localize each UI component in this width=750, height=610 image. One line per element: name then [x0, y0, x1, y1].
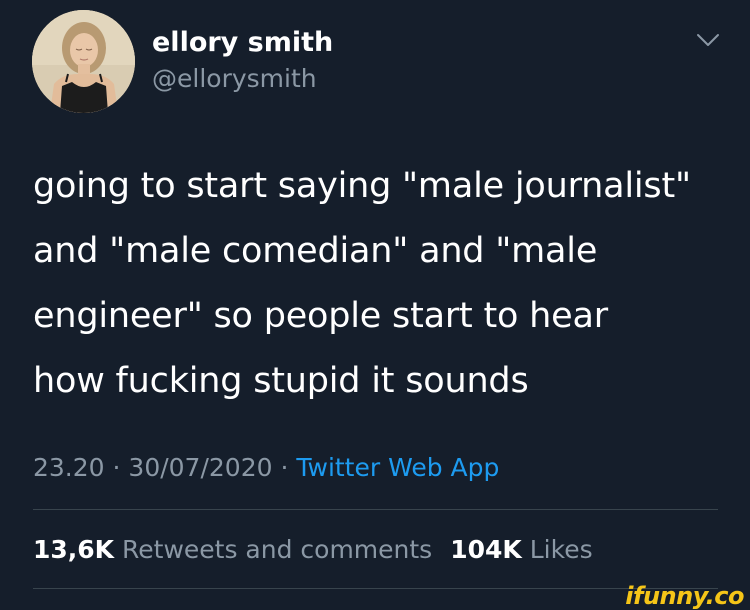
meta-separator: ·	[104, 453, 129, 482]
user-handle[interactable]: @ellorysmith	[152, 63, 317, 95]
likes-stat[interactable]: 104K Likes	[450, 535, 592, 564]
display-name[interactable]: ellory smith	[152, 26, 333, 60]
tweet-stats: 13,6K Retweets and comments 104K Likes	[33, 532, 593, 568]
likes-count: 104K	[450, 535, 522, 564]
tweet-source-link[interactable]: Twitter Web App	[296, 453, 499, 482]
meta-separator: ·	[272, 453, 297, 482]
divider	[33, 509, 718, 510]
chevron-down-icon[interactable]	[693, 28, 723, 52]
watermark-logo: ifunny.co	[625, 582, 744, 610]
divider	[33, 588, 718, 589]
likes-label: Likes	[529, 535, 593, 564]
tweet-text: going to start saying "male journalist" …	[33, 166, 691, 401]
retweets-count: 13,6K	[33, 535, 115, 564]
profile-photo	[32, 10, 135, 113]
retweets-label: Retweets and comments	[122, 535, 433, 564]
tweet-meta: 23.20 · 30/07/2020 · Twitter Web App	[33, 450, 499, 486]
tweet-time[interactable]: 23.20	[33, 453, 105, 482]
tweet-date[interactable]: 30/07/2020	[128, 453, 272, 482]
avatar[interactable]	[32, 10, 135, 113]
retweets-stat[interactable]: 13,6K Retweets and comments	[33, 535, 432, 564]
tweet-card: ellory smith @ellorysmith going to start…	[0, 0, 750, 610]
